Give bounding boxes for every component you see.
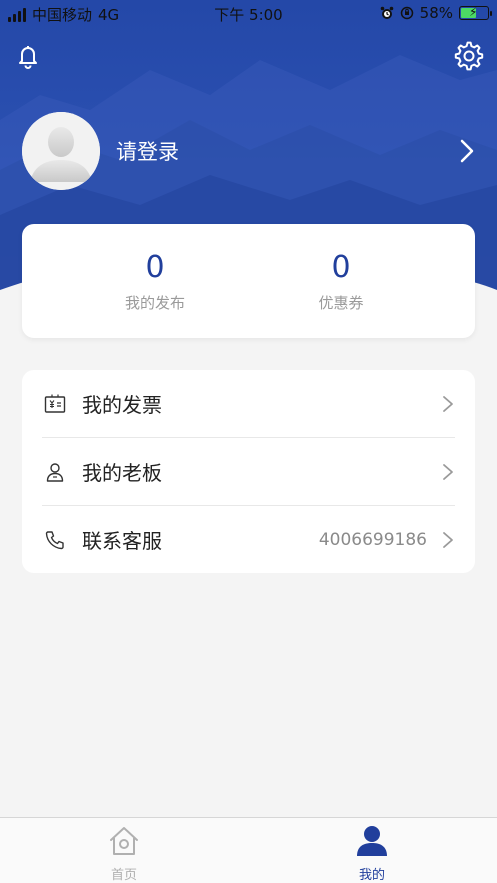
- tab-home[interactable]: 首页: [84, 824, 164, 883]
- stat-coupon[interactable]: 0 优惠券: [271, 248, 411, 313]
- orientation-lock-icon: [400, 6, 413, 20]
- battery-percent: 58%: [419, 4, 453, 22]
- invoice-icon: [44, 394, 66, 413]
- chevron-right-icon[interactable]: [457, 137, 477, 165]
- person-filled-icon: [357, 826, 387, 856]
- alarm-icon: [380, 6, 393, 19]
- profile-row[interactable]: 请登录: [22, 111, 477, 191]
- home-icon: [110, 827, 138, 855]
- menu-item-invoice[interactable]: 我的发票: [22, 370, 475, 437]
- chevron-right-icon: [443, 395, 453, 412]
- publish-count: 0: [145, 250, 165, 285]
- service-phone-number[interactable]: 4006699186: [319, 530, 427, 550]
- menu-card: 我的发票 我的老板 联系客服 4006699186: [22, 370, 475, 573]
- login-prompt[interactable]: 请登录: [116, 136, 179, 166]
- publish-label: 我的发布: [124, 294, 185, 312]
- settings-gear-icon[interactable]: [453, 40, 485, 72]
- chevron-right-icon: [443, 463, 453, 480]
- tab-home-label: 首页: [110, 868, 137, 883]
- menu-label-boss: 我的老板: [82, 461, 162, 485]
- tab-mine[interactable]: 我的: [332, 824, 412, 883]
- bottom-tab-bar: 首页 我的: [0, 817, 497, 883]
- menu-item-boss[interactable]: 我的老板: [22, 438, 475, 505]
- phone-icon: [45, 530, 64, 549]
- stats-card: 0 我的发布 0 优惠券: [22, 224, 475, 338]
- tab-mine-label: 我的: [358, 868, 385, 883]
- coupon-label: 优惠券: [318, 294, 364, 312]
- menu-label-service: 联系客服: [82, 529, 162, 553]
- stat-my-publish[interactable]: 0 我的发布: [85, 248, 225, 313]
- menu-item-customer-service[interactable]: 联系客服 4006699186: [22, 506, 475, 573]
- menu-label-invoice: 我的发票: [82, 393, 162, 417]
- clock: 下午 5:00: [214, 6, 283, 24]
- status-bar: 中国移动 4G 下午 5:00 58% ⚡: [0, 0, 497, 28]
- chevron-right-icon: [443, 531, 453, 548]
- default-avatar-icon: [22, 112, 100, 190]
- bell-icon[interactable]: [12, 40, 44, 72]
- coupon-count: 0: [331, 250, 351, 285]
- avatar[interactable]: [22, 112, 100, 190]
- person-icon: [46, 462, 64, 482]
- battery-icon: ⚡: [459, 5, 492, 20]
